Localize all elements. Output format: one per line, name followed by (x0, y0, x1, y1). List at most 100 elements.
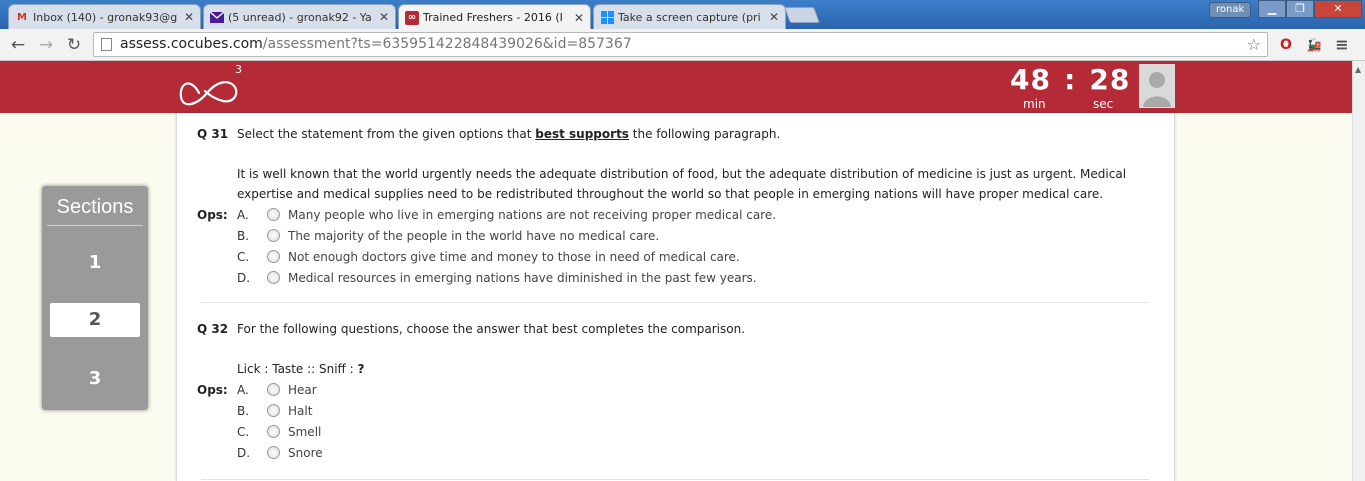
radio-button[interactable] (267, 208, 280, 221)
close-icon[interactable]: ✕ (574, 11, 584, 25)
option-text[interactable]: Smell (288, 425, 321, 439)
close-icon[interactable]: ✕ (184, 10, 194, 24)
tab-title: Inbox (140) - gronak93@g (33, 10, 178, 24)
option-letter: A. (237, 382, 249, 397)
analogy-text: Lick : Taste :: Sniff : ? (237, 359, 1147, 379)
user-silhouette-icon (1140, 65, 1174, 107)
option-a[interactable]: A. Many people who live in emerging nati… (237, 204, 776, 225)
yahoo-mail-icon (210, 10, 224, 24)
question-card: Q 31 Select the statement from the given… (176, 113, 1175, 481)
option-letter: D. (237, 270, 251, 285)
option-c[interactable]: C. Not enough doctors give time and mone… (237, 246, 740, 267)
browser-toolbar: ← → ↻ assess.cocubes.com/assessment?ts=6… (0, 29, 1365, 61)
new-tab-button[interactable] (784, 7, 820, 23)
radio-button[interactable] (267, 229, 280, 242)
cocubes-icon: ∞ (405, 10, 419, 25)
option-letter: C. (237, 249, 250, 264)
option-a[interactable]: A. Hear (237, 379, 317, 400)
browser-tab-bar: M Inbox (140) - gronak93@g ✕ (5 unread) … (0, 0, 1365, 30)
radio-button[interactable] (267, 446, 280, 459)
tab-title: (5 unread) - gronak92 - Ya (228, 10, 372, 24)
cocubes-logo: 3 (177, 63, 247, 111)
close-window-button[interactable]: ✕ (1314, 0, 1362, 18)
tab-title: Trained Freshers - 2016 (I (423, 11, 563, 24)
option-b[interactable]: B. The majority of the people in the wor… (237, 225, 659, 246)
profile-badge[interactable]: ronak (1209, 2, 1252, 18)
option-d[interactable]: D. Snore (237, 442, 323, 463)
train-extension-icon[interactable]: 🚂 (1304, 35, 1324, 55)
question-prompt: For the following questions, choose the … (237, 322, 746, 336)
option-letter: C. (237, 424, 250, 439)
close-icon[interactable]: ✕ (769, 10, 779, 24)
option-d[interactable]: D. Medical resources in emerging nations… (237, 267, 757, 288)
question-number: Q 31 (197, 127, 229, 141)
section-button-2[interactable]: 2 (50, 303, 140, 337)
option-text[interactable]: Not enough doctors give time and money t… (288, 250, 740, 264)
menu-icon[interactable]: ≡ (1332, 35, 1352, 55)
question-divider (201, 302, 1149, 303)
section-button-3[interactable]: 3 (50, 362, 140, 396)
logo-superscript: 3 (235, 63, 242, 76)
minutes-label: min (1023, 97, 1046, 111)
option-text[interactable]: Halt (288, 404, 312, 418)
minimize-button[interactable]: ▁ (1258, 0, 1286, 18)
radio-button[interactable] (267, 383, 280, 396)
option-letter: D. (237, 445, 251, 460)
analogy-stem: Lick : Taste :: Sniff : (237, 362, 358, 376)
site-header: 3 48 : 28 min sec (0, 61, 1352, 113)
url-path: /assessment?ts=635951422848439026&id=857… (262, 36, 632, 52)
option-text[interactable]: The majority of the people in the world … (288, 229, 659, 243)
tab-windows-help[interactable]: Take a screen capture (pri ✕ (593, 4, 786, 29)
option-letter: A. (237, 207, 249, 222)
window-controls: ▁ ❐ ✕ (1258, 0, 1362, 18)
tab-gmail[interactable]: M Inbox (140) - gronak93@g ✕ (8, 4, 201, 29)
reload-button[interactable]: ↻ (63, 34, 85, 56)
prompt-text: Select the statement from the given opti… (237, 127, 536, 141)
sections-panel: Sections 1 2 3 (42, 186, 148, 410)
opera-extension-icon[interactable]: O (1276, 35, 1296, 55)
option-letter: B. (237, 228, 250, 243)
seconds-label: sec (1093, 97, 1114, 111)
page-scrollbar[interactable]: ▲ (1352, 61, 1365, 481)
bookmark-star-icon[interactable]: ☆ (1247, 33, 1261, 56)
ops-label: Ops: (197, 383, 228, 397)
tab-title: Take a screen capture (pri (618, 10, 761, 24)
maximize-button[interactable]: ❐ (1286, 0, 1314, 18)
prompt-text: the following paragraph. (628, 127, 781, 141)
avatar[interactable] (1139, 64, 1175, 108)
close-icon[interactable]: ✕ (379, 10, 389, 24)
gmail-icon: M (17, 11, 27, 23)
timer-minutes: 48 (1010, 63, 1051, 96)
radio-button[interactable] (267, 425, 280, 438)
question-prompt: Select the statement from the given opti… (237, 124, 1147, 144)
question-divider (201, 479, 1149, 480)
radio-button[interactable] (267, 404, 280, 417)
url-host: assess.cocubes.com (120, 36, 263, 52)
section-button-1[interactable]: 1 (50, 246, 140, 280)
windows-icon (600, 10, 614, 24)
scroll-up-icon[interactable]: ▲ (1355, 65, 1361, 74)
radio-button[interactable] (267, 271, 280, 284)
question-passage: It is well known that the world urgently… (237, 167, 1127, 201)
question-number: Q 32 (197, 322, 229, 336)
back-button[interactable]: ← (7, 34, 29, 56)
timer-seconds: 28 (1089, 63, 1131, 96)
option-letter: B. (237, 403, 250, 418)
address-bar[interactable]: assess.cocubes.com/assessment?ts=6359514… (93, 32, 1268, 57)
page-icon (101, 38, 112, 51)
prompt-emphasis: best supports (535, 127, 629, 141)
countdown-timer: 48 : 28 min sec (1010, 63, 1131, 111)
forward-button[interactable]: → (35, 34, 57, 56)
sections-title: Sections (47, 196, 143, 226)
tab-cocubes[interactable]: ∞ Trained Freshers - 2016 (I ✕ (398, 4, 591, 30)
tab-yahoo-mail[interactable]: (5 unread) - gronak92 - Ya ✕ (203, 4, 396, 29)
option-text[interactable]: Snore (288, 446, 323, 460)
option-text[interactable]: Medical resources in emerging nations ha… (288, 271, 757, 285)
ops-label: Ops: (197, 208, 228, 222)
analogy-question-mark: ? (357, 362, 365, 376)
radio-button[interactable] (267, 250, 280, 263)
option-b[interactable]: B. Halt (237, 400, 312, 421)
option-text[interactable]: Many people who live in emerging nations… (288, 208, 776, 222)
option-text[interactable]: Hear (288, 383, 317, 397)
option-c[interactable]: C. Smell (237, 421, 321, 442)
